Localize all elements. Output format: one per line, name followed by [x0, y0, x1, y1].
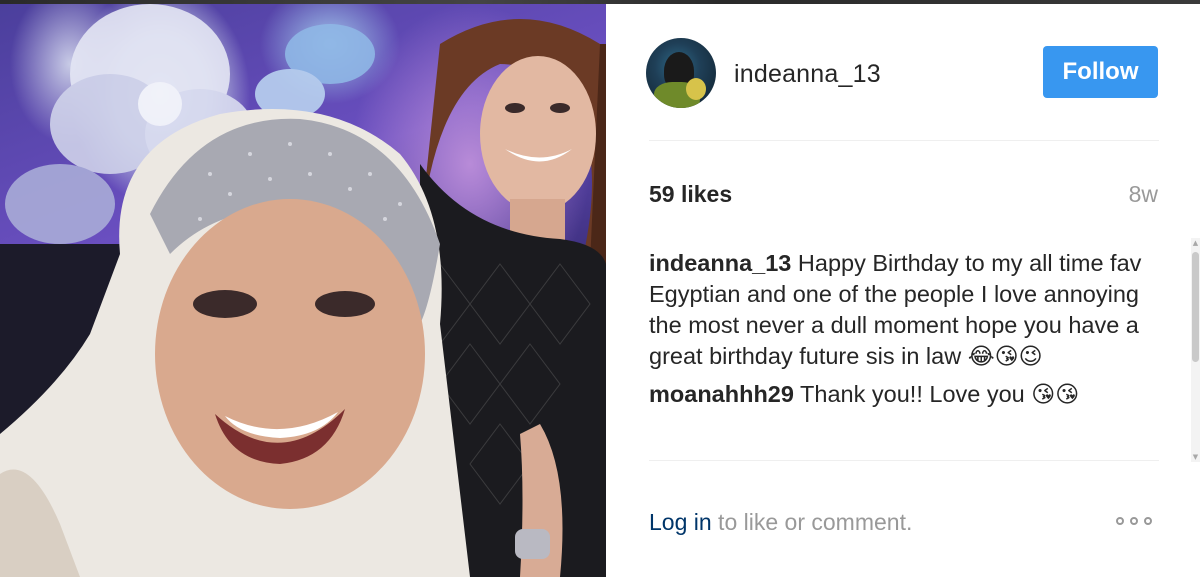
login-link[interactable]: Log in [649, 509, 712, 535]
follow-button[interactable]: Follow [1043, 46, 1158, 98]
post-username[interactable]: indeanna_13 [734, 60, 881, 89]
post-photo[interactable] [0, 4, 606, 577]
photo-illustration [0, 4, 606, 577]
comment-emojis: 😘😘 [1031, 382, 1080, 408]
login-prompt: Log in to like or comment. [649, 509, 912, 536]
comment-username[interactable]: indeanna_13 [649, 250, 791, 276]
comment-item: moanahhh29 Thank you!! Love you 😘😘 [649, 379, 1179, 411]
comment-item: indeanna_13 Happy Birthday to my all tim… [649, 248, 1179, 373]
avatar[interactable] [646, 38, 716, 108]
comments-list: indeanna_13 Happy Birthday to my all tim… [649, 248, 1179, 456]
header-divider [649, 140, 1159, 141]
scroll-up-arrow-icon[interactable]: ▲ [1191, 238, 1200, 248]
comment-text: Thank you!! Love you [793, 381, 1032, 407]
scroll-down-arrow-icon[interactable]: ▼ [1191, 452, 1200, 462]
comment-username[interactable]: moanahhh29 [649, 381, 794, 407]
comments-scrollbar[interactable]: ▲ ▼ [1191, 238, 1200, 462]
post-time[interactable]: 8w [1129, 181, 1158, 208]
footer-divider [649, 460, 1159, 461]
scrollbar-thumb[interactable] [1192, 252, 1199, 362]
login-prompt-text: to like or comment. [711, 509, 913, 535]
more-options-icon[interactable] [1116, 514, 1160, 528]
comment-emojis: 😂😘😉 [967, 344, 1043, 370]
post-details-panel: indeanna_13 Follow 59 likes 8w indeanna_… [606, 4, 1200, 577]
likes-count[interactable]: 59 likes [649, 181, 732, 208]
